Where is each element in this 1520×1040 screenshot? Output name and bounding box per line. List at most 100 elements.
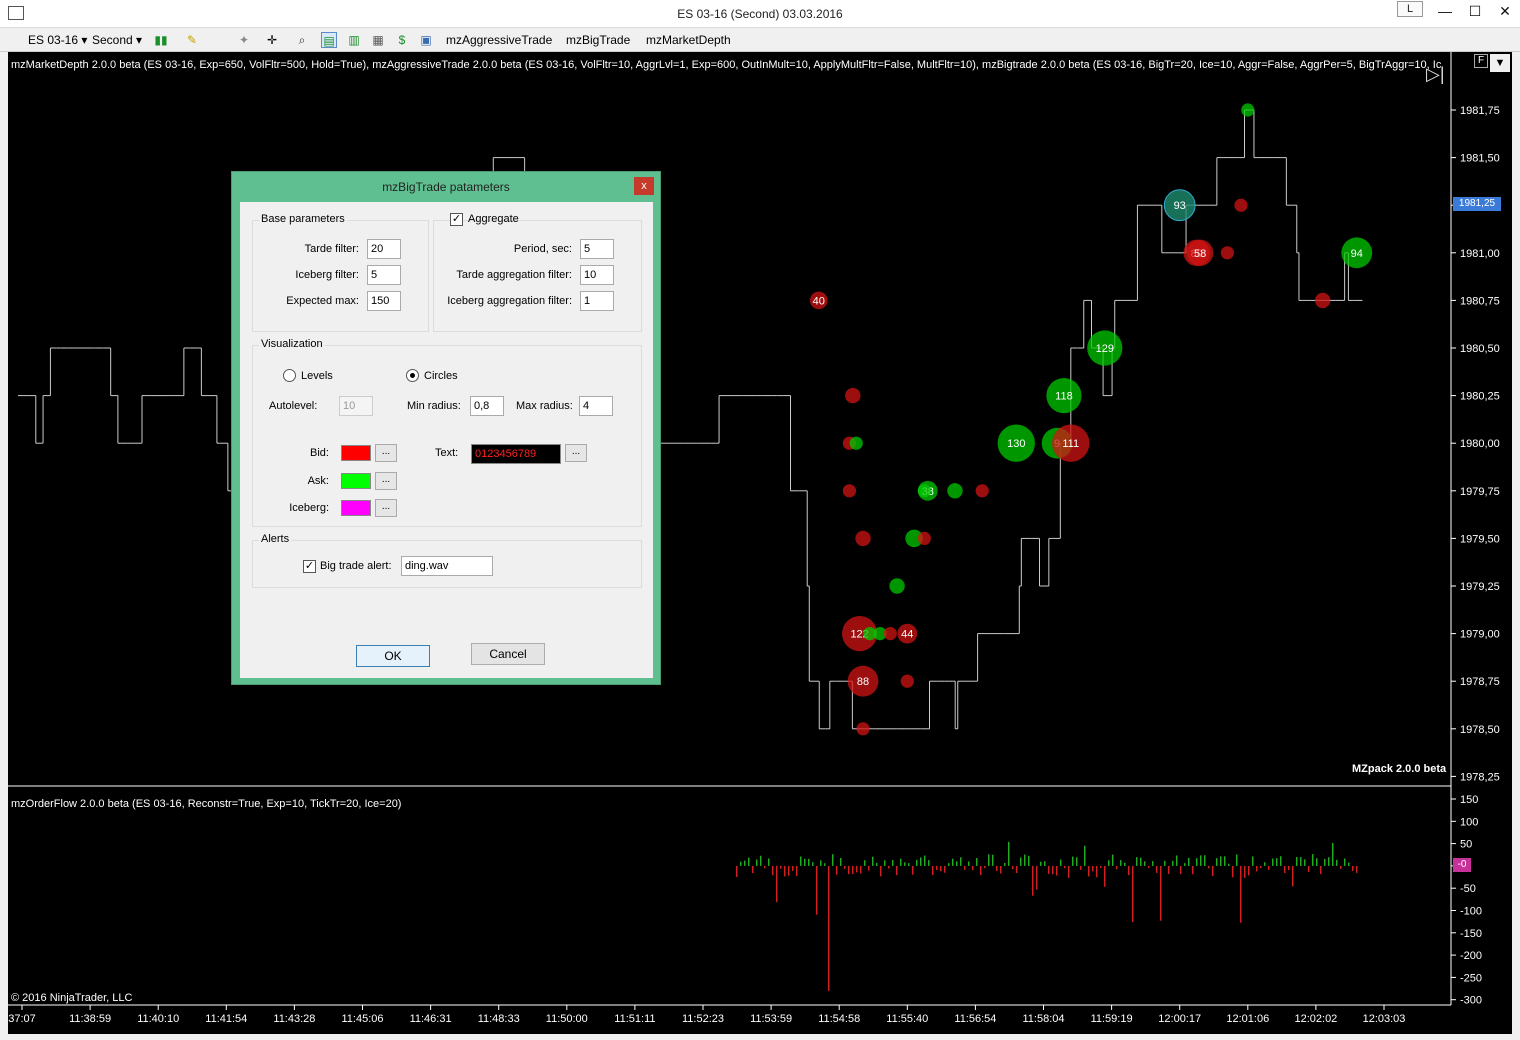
aggregate-checkbox[interactable]: ✓ <box>450 213 463 226</box>
orderflow-tick-label: 100 <box>1460 816 1478 828</box>
orderflow-ask-bar <box>1020 857 1022 866</box>
orderflow-bid-bar <box>852 865 854 875</box>
orderflow-header: mzOrderFlow 2.0.0 beta (ES 03-16, Recons… <box>11 798 402 810</box>
orderflow-bid-bar <box>932 865 934 875</box>
big-trade-bubble <box>975 484 989 498</box>
iceberg-aggregation-input[interactable]: 1 <box>580 291 614 311</box>
ask-color-browse-button[interactable]: ... <box>375 472 397 490</box>
copyright: © 2016 NinjaTrader, LLC <box>11 992 133 1004</box>
min-radius-input[interactable]: 0,8 <box>470 396 504 416</box>
expected-max-input[interactable]: 150 <box>367 291 401 311</box>
ok-button[interactable]: OK <box>356 645 430 667</box>
close-icon[interactable]: ✕ <box>1490 0 1520 24</box>
orderflow-ask-bar <box>824 863 826 866</box>
orderflow-bid-bar <box>792 865 794 871</box>
text-color-browse-button[interactable]: ... <box>565 444 587 462</box>
orderflow-ask-bar <box>872 856 874 866</box>
big-trade-bubble-label: 40 <box>813 295 825 307</box>
orderflow-ask-bar <box>1144 861 1146 866</box>
zoom-icon[interactable]: ⌕ <box>294 32 310 48</box>
big-trade-bubble <box>1220 246 1234 260</box>
play-icon[interactable]: ▷| <box>1426 64 1445 85</box>
cancel-button[interactable]: Cancel <box>471 643 545 665</box>
properties-icon[interactable]: ▤ <box>321 32 337 48</box>
orderflow-bid-bar <box>964 865 966 870</box>
orderflow-bid-bar <box>788 865 790 876</box>
orderflow-bid-bar <box>1180 865 1182 875</box>
link-button[interactable]: L <box>1397 1 1423 17</box>
levels-radio[interactable] <box>283 369 296 382</box>
orderflow-bid-bar <box>1292 865 1294 887</box>
orderflow-ask-bar <box>1216 858 1218 866</box>
orderflow-bid-bar <box>1080 865 1082 870</box>
panel-icon[interactable]: ▣ <box>418 32 434 48</box>
data-box-icon[interactable]: ▦ <box>370 32 386 48</box>
maximize-icon[interactable]: ☐ <box>1460 0 1490 24</box>
toolbar-button-mzbigtrade[interactable]: mzBigTrade <box>566 30 630 50</box>
window-title: ES 03-16 (Second) 03.03.2016 <box>677 7 843 21</box>
trade-filter-input[interactable]: 20 <box>367 239 401 259</box>
crosshair-icon[interactable]: ✛ <box>264 32 280 48</box>
iceberg-filter-input[interactable]: 5 <box>367 265 401 285</box>
dialog-close-button[interactable]: x <box>634 177 654 195</box>
toolbar-button-mzaggressivetrade[interactable]: mzAggressiveTrade <box>446 30 552 50</box>
chevron-down-icon: ▾ <box>81 33 88 47</box>
ask-color-swatch <box>341 473 371 489</box>
alert-sound-input[interactable]: ding.wav <box>401 556 493 576</box>
orderflow-bid-bar <box>1052 865 1054 875</box>
big-trade-bubble <box>856 722 870 736</box>
big-trade-bubble <box>1234 198 1248 212</box>
orderflow-bid-bar <box>868 865 870 871</box>
orderflow-ask-bar <box>748 857 750 866</box>
big-trade-bubble-label: 88 <box>857 676 869 688</box>
orderflow-bid-bar <box>1156 865 1158 873</box>
trade-aggregation-input[interactable]: 10 <box>580 265 614 285</box>
aggregate-label: Aggregate <box>468 213 519 225</box>
levels-label: Levels <box>301 370 333 382</box>
orderflow-bid-bar <box>1000 865 1002 874</box>
time-tick-label: 11:40:10 <box>137 1013 179 1025</box>
dollar-icon[interactable]: $ <box>394 32 410 48</box>
orderflow-ask-bar <box>1188 857 1190 866</box>
circles-radio[interactable] <box>406 369 419 382</box>
time-tick-label: 12:01:06 <box>1226 1013 1269 1025</box>
orderflow-bid-bar <box>1088 865 1090 877</box>
orderflow-ask-bar <box>1044 861 1046 866</box>
big-trade-bubble <box>883 627 897 641</box>
orderflow-ask-bar <box>1120 860 1122 866</box>
pencil-icon[interactable]: ✎ <box>184 32 200 48</box>
period-input[interactable]: 5 <box>580 239 614 259</box>
time-tick-label: 12:02:02 <box>1294 1013 1337 1025</box>
max-radius-input[interactable]: 4 <box>579 396 613 416</box>
autolevel-input[interactable]: 10 <box>339 396 373 416</box>
big-trade-alert-checkbox[interactable]: ✓ <box>303 560 316 573</box>
period-selector[interactable]: Second ▾ <box>92 30 142 50</box>
price-tick-label: 1979,00 <box>1460 629 1500 641</box>
toolbar-button-mzmarketdepth[interactable]: mzMarketDepth <box>646 30 731 50</box>
orderflow-ask-bar <box>952 858 954 866</box>
big-trade-bubble <box>889 578 905 594</box>
minimize-icon[interactable]: — <box>1430 0 1460 24</box>
time-tick-label: 11:55:40 <box>886 1013 928 1025</box>
orderflow-ask-bar <box>1164 860 1166 866</box>
price-tick-label: 1980,75 <box>1460 295 1500 307</box>
orderflow-bid-bar <box>1100 865 1102 869</box>
iceberg-color-browse-button[interactable]: ... <box>375 499 397 517</box>
orderflow-ask-bar <box>924 855 926 866</box>
instrument-selector[interactable]: ES 03-16 ▾ <box>28 30 87 50</box>
chart-menu-chevron-icon[interactable]: ▼ <box>1490 54 1510 72</box>
price-tick-label: 1978,25 <box>1460 771 1500 783</box>
orderflow-bid-bar <box>1104 865 1106 887</box>
strategy-icon[interactable]: ▥ <box>346 32 362 48</box>
orderflow-tick-label: -100 <box>1460 906 1482 918</box>
orderflow-bid-bar <box>1116 865 1118 870</box>
orderflow-bid-bar <box>848 865 850 875</box>
big-trade-bubble <box>917 484 931 498</box>
orderflow-bid-bar <box>1016 865 1018 873</box>
wand-icon[interactable]: ✦ <box>236 32 252 48</box>
f-button[interactable]: F <box>1474 54 1488 68</box>
bid-color-browse-button[interactable]: ... <box>375 444 397 462</box>
candlestick-icon[interactable]: ▮▮ <box>153 32 169 48</box>
orderflow-ask-bar <box>804 858 806 866</box>
time-tick-label: 11:38:59 <box>69 1013 111 1025</box>
